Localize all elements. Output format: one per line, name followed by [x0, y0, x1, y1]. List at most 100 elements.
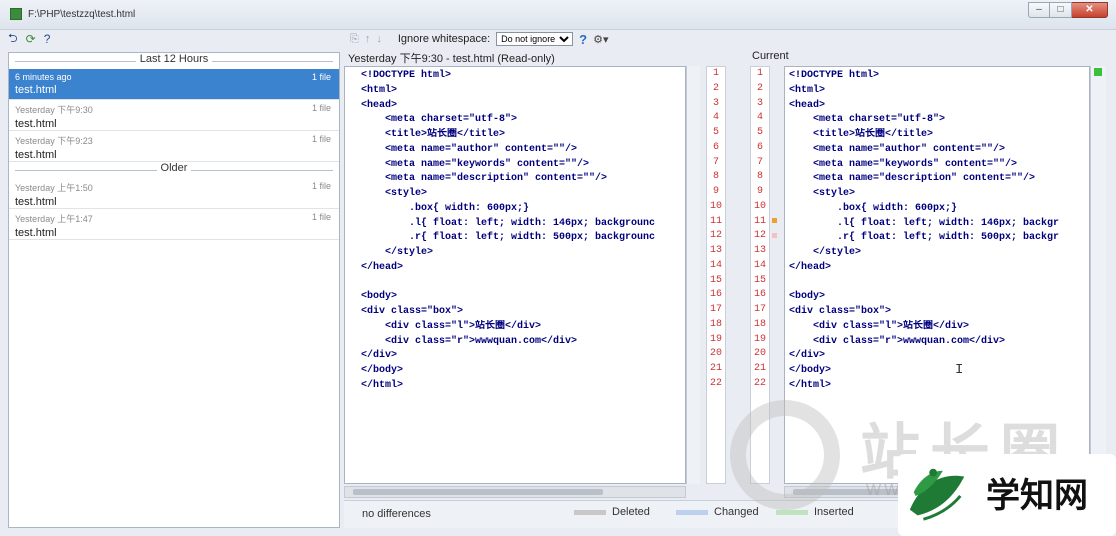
history-item-time: Yesterday 上午1:47	[15, 214, 93, 224]
code-line: <meta name="description" content=""/>	[361, 173, 608, 185]
line-number: 14	[709, 259, 722, 271]
brand-text: 学知网	[986, 476, 1088, 516]
left-editor-scrollbar[interactable]	[686, 66, 700, 484]
code-line: <meta name="keywords" content=""/>	[361, 158, 590, 170]
ignore-whitespace-select[interactable]: Do not ignore	[496, 32, 574, 46]
code-line: <div class="box">	[361, 306, 464, 317]
history-item-name: test.html	[15, 227, 57, 239]
group-header: Older	[9, 162, 339, 178]
history-item-time: 6 minutes ago	[15, 72, 72, 82]
line-number: 11	[753, 215, 766, 227]
code-line: <meta name="author" content=""/>	[789, 143, 1006, 155]
app-icon	[10, 8, 22, 20]
maximize-button[interactable]: □	[1050, 2, 1072, 18]
line-number: 2	[712, 82, 719, 94]
help-button[interactable]: ?	[44, 32, 51, 46]
left-editor[interactable]: <!DOCTYPE html> <html> <head> <meta charse…	[344, 66, 686, 484]
code-line: <meta charset="utf-8">	[361, 114, 518, 126]
line-number: 2	[756, 82, 763, 94]
line-number: 9	[756, 186, 763, 197]
code-line: .l{ float: left; width: 146px; backgroun…	[361, 217, 656, 229]
right-editor[interactable]: <!DOCTYPE html> <html> <head> <meta charse…	[784, 66, 1090, 484]
line-number: 15	[753, 274, 766, 286]
window-controls: – □ ✕	[1028, 2, 1108, 18]
history-item-count: 1 file	[311, 103, 331, 113]
code-line: </html>	[789, 379, 832, 391]
line-number: 11	[709, 215, 722, 227]
code-line: <html>	[789, 84, 826, 96]
code-line: <meta name="description" content=""/>	[789, 173, 1036, 185]
history-item-time: Yesterday 上午1:50	[15, 183, 93, 193]
line-number: 22	[709, 377, 722, 389]
code-line: .box{ width: 600px;}	[361, 202, 530, 214]
code-line: </style>	[789, 247, 862, 258]
code-line: <body>	[361, 291, 398, 303]
legend-inserted: Inserted	[776, 506, 854, 518]
history-item[interactable]: Yesterday 上午1:47 test.html 1 file	[9, 209, 339, 240]
line-number: 5	[756, 127, 763, 138]
help-button[interactable]: ?	[579, 32, 587, 47]
history-item-count: 1 file	[311, 134, 331, 144]
history-item-count: 1 file	[311, 212, 331, 222]
history-item[interactable]: Yesterday 下午9:23 test.html 1 file	[9, 131, 339, 162]
history-item-time: Yesterday 下午9:23	[15, 136, 93, 146]
code-line: </body>	[361, 365, 404, 376]
history-item[interactable]: Yesterday 下午9:30 test.html 1 file	[9, 100, 339, 131]
close-button[interactable]: ✕	[1072, 2, 1108, 18]
code-line: <head>	[361, 99, 398, 111]
line-number: 14	[753, 259, 766, 271]
history-item[interactable]: 6 minutes ago test.html 1 file	[9, 69, 339, 100]
code-line: <div class="r">wwwquan.com</div>	[361, 335, 578, 347]
right-editor-scrollbar[interactable]	[1090, 66, 1106, 484]
copy-icon[interactable]: ⎘	[350, 33, 359, 46]
gear-icon[interactable]: ⚙▾	[593, 33, 608, 46]
line-number: 10	[709, 200, 722, 212]
code-line: <div class="r">wwwquan.com</div>	[789, 335, 1006, 347]
history-toolbar: ⮌ ⟳ ?	[8, 30, 50, 48]
status-indicator	[1094, 68, 1102, 76]
next-diff-icon[interactable]: ↓	[376, 33, 382, 45]
history-item-name: test.html	[15, 196, 57, 208]
prev-diff-icon[interactable]: ↑	[365, 33, 371, 45]
line-number: 10	[753, 200, 766, 212]
line-number: 15	[709, 274, 722, 286]
left-pane-title: Yesterday 下午9:30 - test.html (Read-only)	[348, 53, 555, 65]
line-number: 12	[709, 230, 722, 242]
line-number: 21	[753, 363, 766, 374]
left-hscroll[interactable]	[344, 486, 686, 498]
code-line: <meta charset="utf-8">	[789, 114, 946, 126]
line-number: 7	[712, 156, 719, 168]
text-cursor-icon: I	[955, 362, 964, 378]
brand-logo: 学知网	[898, 454, 1116, 536]
line-number: 22	[753, 377, 766, 389]
changed-marker	[772, 233, 777, 238]
history-item-name: test.html	[15, 84, 57, 96]
line-number: 5	[712, 127, 719, 138]
history-item-count: 1 file	[311, 72, 331, 82]
line-number: 4	[712, 112, 719, 124]
minimize-button[interactable]: –	[1028, 2, 1050, 18]
revert-icon[interactable]: ⮌	[8, 29, 18, 50]
refresh-icon[interactable]: ⟳	[26, 32, 36, 46]
line-number: 7	[756, 156, 763, 168]
line-number: 18	[709, 318, 722, 330]
changed-marker	[772, 218, 777, 223]
code-line: <div class="l">站长圈</div>	[789, 320, 970, 332]
code-line: <title>站长圈</title>	[789, 129, 934, 140]
legend-swatch	[676, 509, 708, 515]
history-list: Last 12 Hours 6 minutes ago test.html 1 …	[8, 52, 340, 528]
line-number: 20	[709, 348, 722, 360]
code-line: .r{ float: left; width: 500px; backgr	[789, 232, 1060, 244]
code-line: <body>	[789, 291, 826, 303]
code-line: </head>	[789, 261, 832, 273]
line-number: 8	[712, 171, 719, 183]
line-number: 6	[756, 141, 763, 153]
code-line: .l{ float: left; width: 146px; backgr	[789, 217, 1060, 229]
line-number: 17	[709, 304, 722, 315]
history-item[interactable]: Yesterday 上午1:50 test.html 1 file	[9, 178, 339, 209]
code-line: <meta name="author" content=""/>	[361, 143, 578, 155]
code-line: .box{ width: 600px;}	[789, 202, 958, 214]
line-number: 3	[756, 97, 763, 109]
